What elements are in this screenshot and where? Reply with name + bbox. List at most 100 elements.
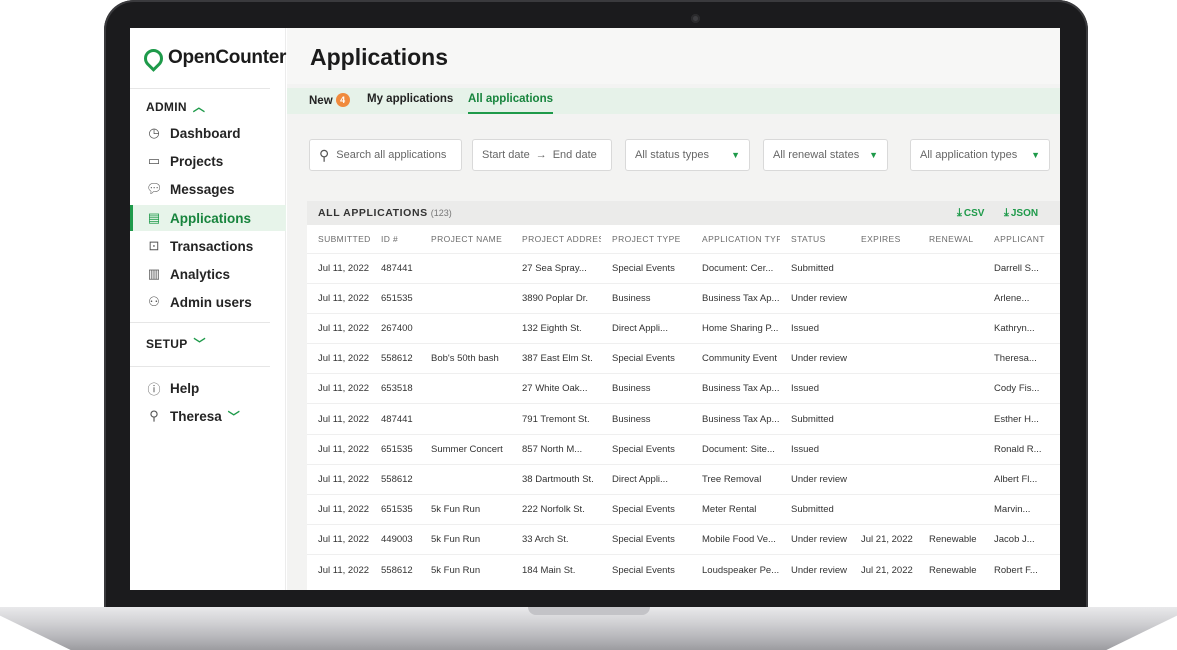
- table-cell: 38 Dartmouth St.: [511, 463, 601, 495]
- table-cell: 5k Fun Run: [420, 493, 511, 525]
- sidebar-item-help[interactable]: ⓘ Help: [130, 375, 286, 401]
- app-screen: OpenCounter ADMIN ︿ ◷ Dashboard ▭ Projec…: [130, 28, 1060, 590]
- application-type-filter-select[interactable]: All application types ▼: [910, 139, 1050, 171]
- table-cell: Jul 11, 2022: [307, 493, 370, 525]
- column-header[interactable]: APPLICANT: [983, 225, 1060, 253]
- table-cell: Arlene...: [983, 282, 1060, 314]
- date-range-picker[interactable]: Start date → End date: [472, 139, 612, 171]
- table-cell: Direct Appli...: [601, 312, 691, 344]
- table-row[interactable]: Jul 11, 2022 651535 5k Fun Run 222 Norfolk …: [307, 493, 1060, 525]
- column-header[interactable]: STATUS: [780, 225, 850, 253]
- folder-icon: ▭: [147, 153, 161, 168]
- table-cell: Business: [601, 403, 691, 435]
- tab-label: My applications: [367, 93, 454, 105]
- table-cell: Submitted: [780, 493, 850, 525]
- table-cell: [850, 343, 918, 374]
- table-cell: 27 Sea Spray...: [511, 252, 601, 284]
- table-row[interactable]: Jul 11, 2022 487441 791 Tremont St. Busines…: [307, 403, 1060, 435]
- export-csv-button[interactable]: ⤓ CSV: [957, 207, 984, 220]
- table-cell: Under review: [780, 554, 850, 586]
- column-header[interactable]: PROJECT NAME: [420, 225, 511, 253]
- sidebar-item-projects[interactable]: ▭ Projects: [130, 148, 286, 174]
- table-cell: Kathryn...: [983, 312, 1060, 344]
- start-date-field[interactable]: Start date: [482, 149, 530, 161]
- table-cell: Ronald R...: [983, 433, 1060, 465]
- table-row[interactable]: Jul 11, 2022 487441 27 Sea Spray... Special…: [307, 252, 1060, 284]
- tab-new[interactable]: New 4: [309, 93, 350, 107]
- table-cell: 558612: [370, 554, 420, 586]
- table-cell: Special Events: [601, 252, 691, 284]
- table-row[interactable]: Jul 11, 2022 651535 Summer Concert 857 Nort…: [307, 433, 1060, 465]
- setup-section-toggle[interactable]: SETUP ﹀: [146, 335, 206, 352]
- column-header[interactable]: PROJECT TYPE: [601, 225, 691, 253]
- brand-logo[interactable]: OpenCounter: [140, 44, 287, 72]
- sidebar-item-transactions[interactable]: ⊡ Transactions: [130, 233, 286, 259]
- table-cell: [850, 433, 918, 465]
- table-cell: Jul 11, 2022: [307, 373, 370, 404]
- table-title-text: ALL APPLICATIONS: [318, 207, 428, 219]
- table-row[interactable]: Jul 11, 2022 558612 5k Fun Run 184 Main St.…: [307, 554, 1060, 586]
- table-cell: Jul 11, 2022: [307, 554, 370, 586]
- sidebar-item-admin-users[interactable]: ⚇ Admin users: [130, 289, 286, 315]
- table-cell: 651535: [370, 493, 420, 525]
- table-cell: Community Event: [691, 343, 780, 374]
- column-header[interactable]: RENEWAL: [918, 225, 983, 253]
- column-header[interactable]: SUBMITTED: [307, 225, 370, 253]
- table-cell: [420, 373, 511, 404]
- brand-name: OpenCounter: [168, 47, 287, 68]
- table-row[interactable]: Jul 11, 2022 653518 27 White Oak... Busines…: [307, 373, 1060, 404]
- table-cell: 27 White Oak...: [511, 373, 601, 404]
- column-header[interactable]: ID #: [370, 225, 420, 253]
- table-cell: Marvin...: [983, 493, 1060, 525]
- logo-icon: [140, 44, 167, 72]
- sidebar-divider: [130, 322, 270, 323]
- table-cell: Under review: [780, 463, 850, 495]
- admin-section-toggle[interactable]: ADMIN ︿: [146, 98, 205, 115]
- table-count: (123): [430, 208, 452, 218]
- tab-label: All applications: [468, 93, 553, 105]
- export-csv-label: CSV: [963, 208, 985, 219]
- camera-icon: [691, 14, 700, 23]
- table-cell: Issued: [780, 312, 850, 344]
- column-header[interactable]: PROJECT ADDRESS: [511, 225, 601, 253]
- table-row[interactable]: Jul 11, 2022 449003 5k Fun Run 33 Arch St. S…: [307, 524, 1060, 555]
- column-header[interactable]: APPLICATION TYPE: [691, 225, 780, 253]
- table-cell: Jul 11, 2022: [307, 433, 370, 465]
- table-cell: 184 Main St.: [511, 554, 601, 586]
- table-row[interactable]: Jul 11, 2022 651535 3890 Poplar Dr. Busines…: [307, 282, 1060, 314]
- admin-section-label: ADMIN: [146, 99, 187, 114]
- sidebar-item-analytics[interactable]: ▥ Analytics: [130, 261, 286, 287]
- renewal-filter-select[interactable]: All renewal states ▼: [763, 139, 888, 171]
- sidebar-item-label: Transactions: [170, 238, 254, 254]
- tab-all-applications[interactable]: All applications: [468, 93, 553, 114]
- table-cell: 222 Norfolk St.: [511, 493, 601, 525]
- table-row[interactable]: Jul 11, 2022 267400 132 Eighth St. Direct A…: [307, 312, 1060, 344]
- sidebar-item-applications[interactable]: ▤ Applications: [130, 205, 286, 231]
- table-title: ALL APPLICATIONS (123): [318, 207, 452, 219]
- table-cell: 857 North M...: [511, 433, 601, 465]
- end-date-field[interactable]: End date: [553, 149, 597, 161]
- table-cell: Business: [601, 282, 691, 314]
- table-cell: Summer Concert: [420, 433, 511, 465]
- table-row[interactable]: Jul 11, 2022 558612 Bob's 50th bash 387 Eas…: [307, 343, 1060, 374]
- table-row[interactable]: Jul 11, 2022 558612 38 Dartmouth St. Direct…: [307, 463, 1060, 495]
- export-json-label: JSON: [1010, 208, 1039, 219]
- tab-my-applications[interactable]: My applications: [367, 93, 453, 105]
- table-cell: Under review: [780, 282, 850, 314]
- user-menu[interactable]: ⚲ Theresa ﹀: [130, 403, 286, 429]
- status-filter-select[interactable]: All status types ▼: [625, 139, 750, 171]
- column-header[interactable]: EXPIRES: [850, 225, 918, 253]
- table-cell: [420, 252, 511, 284]
- table-cell: Special Events: [601, 554, 691, 586]
- table-cell: [850, 252, 918, 284]
- chevron-down-icon: ﹀: [193, 337, 206, 351]
- search-input[interactable]: ⚲ Search all applications: [309, 139, 462, 171]
- table-cell: Jul 11, 2022: [307, 403, 370, 435]
- sidebar-item-messages[interactable]: 💬︎ Messages: [130, 176, 286, 202]
- sidebar-item-dashboard[interactable]: ◷ Dashboard: [130, 120, 286, 146]
- table-cell: [918, 463, 983, 495]
- table-cell: [850, 403, 918, 435]
- tab-label: New: [309, 95, 333, 107]
- export-json-button[interactable]: ⤓ JSON: [1004, 207, 1038, 220]
- table-cell: [918, 343, 983, 374]
